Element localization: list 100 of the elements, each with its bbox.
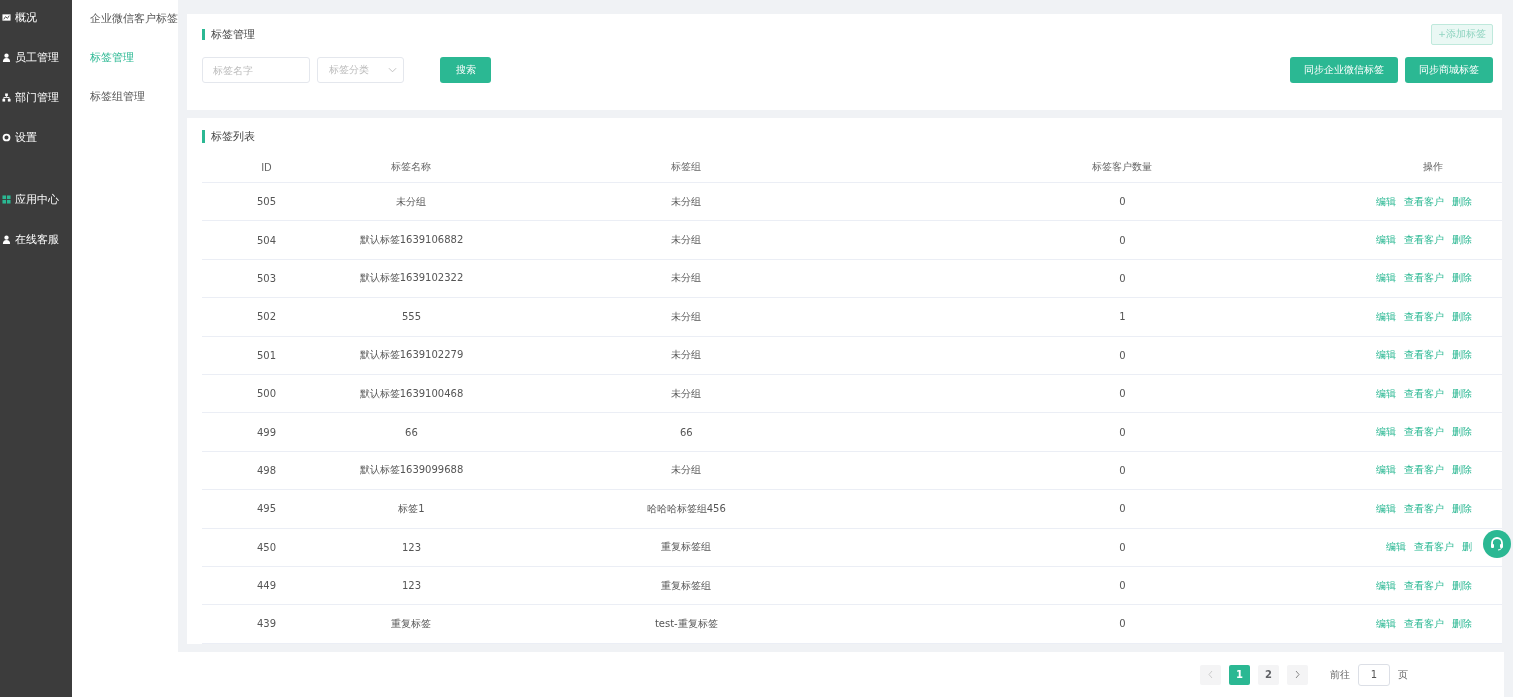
action-link[interactable]: 查看客户 (1404, 463, 1444, 478)
action-link[interactable]: 编辑 (1376, 501, 1396, 516)
sync-button[interactable]: 同步商城标签 (1405, 57, 1493, 83)
table-cell: 0 (1119, 464, 1126, 476)
action-link[interactable]: 编辑 (1376, 271, 1396, 286)
action-link[interactable]: 删除 (1452, 271, 1472, 286)
action-link[interactable]: 查看客户 (1404, 348, 1444, 363)
page-button[interactable]: 1 (1229, 664, 1250, 685)
table-cell: 499 (256, 426, 276, 438)
chevron-down-icon (388, 67, 397, 73)
page-number-field[interactable]: 1 (1358, 663, 1390, 686)
chevron-left-icon (1207, 670, 1214, 679)
action-link[interactable]: 删除 (1452, 233, 1472, 248)
column-header: 标签名称 (391, 161, 432, 172)
table-cell: 哈哈哈标签组456 (646, 502, 726, 514)
table-cell: 495 (256, 503, 276, 515)
sidebar-item[interactable]: 部门管理 (0, 88, 72, 106)
submenu-item[interactable]: 标签管理 (90, 51, 178, 65)
submenu-item[interactable]: 标签组管理 (90, 90, 178, 104)
goto-label: 前往 (1330, 667, 1350, 682)
action-link[interactable]: 编辑 (1376, 386, 1396, 401)
action-link[interactable]: 删除 (1452, 617, 1472, 631)
person-icon (2, 234, 11, 244)
headset-icon (1489, 536, 1505, 552)
table-cell: 0 (1119, 388, 1126, 400)
action-link[interactable]: 编辑 (1376, 309, 1396, 324)
action-link[interactable]: 查看客户 (1414, 540, 1454, 555)
sync-button[interactable]: 同步企业微信标签 (1290, 57, 1398, 83)
next-page-button[interactable] (1287, 664, 1308, 685)
action-link[interactable]: 删除 (1452, 386, 1472, 401)
table-cell: 未分组 (671, 272, 702, 284)
search-button[interactable]: 搜索 (440, 57, 491, 83)
action-link[interactable]: 编辑 (1376, 425, 1396, 440)
table-cell: 0 (1119, 541, 1126, 553)
action-link[interactable]: 查看客户 (1404, 425, 1444, 440)
table-cell: 默认标签1639102279 (359, 349, 464, 361)
submenu-item[interactable]: 企业微信客户标签 (90, 12, 178, 26)
previous-page-button[interactable] (1200, 664, 1221, 685)
headset-button[interactable] (1483, 530, 1511, 558)
action-link[interactable]: 查看客户 (1404, 271, 1444, 286)
table-cell: 0 (1119, 426, 1126, 438)
page-button[interactable]: 2 (1258, 664, 1279, 685)
action-link[interactable]: 删除 (1452, 425, 1472, 440)
sidebar-item[interactable]: 设置 (0, 128, 72, 146)
column-header: ID (261, 161, 272, 173)
action-link[interactable]: 删除 (1452, 578, 1472, 593)
action-link[interactable]: 编辑 (1376, 348, 1396, 363)
action-link[interactable]: 查看客户 (1404, 194, 1444, 209)
table-cell: 0 (1119, 272, 1126, 284)
table-cell: test-重复标签 (654, 618, 718, 629)
action-link[interactable]: 查看客户 (1404, 309, 1444, 324)
action-link[interactable]: 编辑 (1376, 463, 1396, 478)
table-cell: 1 (1119, 311, 1126, 323)
table-cell: 0 (1119, 618, 1126, 630)
action-link[interactable]: 删除 (1452, 309, 1472, 324)
table-cell: 默认标签1639102322 (359, 272, 464, 284)
page-unit-label: 页 (1398, 667, 1408, 682)
action-link[interactable]: 查看客户 (1404, 386, 1444, 401)
table-cell: 0 (1119, 503, 1126, 515)
sidebar-item[interactable]: 员工管理 (0, 48, 72, 66)
table-cell: 0 (1119, 349, 1126, 361)
table-cell: 未分组 (671, 234, 702, 246)
table-cell: 未分组 (671, 349, 702, 361)
table-cell: 默认标签1639100468 (359, 387, 464, 399)
table-cell: 123 (401, 580, 422, 592)
action-link[interactable]: 删 (1462, 540, 1472, 555)
action-link[interactable]: 删除 (1452, 194, 1472, 209)
grid-icon (2, 194, 11, 204)
person-icon (2, 52, 11, 62)
section-title: 标签管理 (202, 29, 255, 40)
table-cell: 未分组 (671, 387, 702, 399)
action-link[interactable]: 编辑 (1376, 233, 1396, 248)
add-tag-button[interactable]: +添加标签 (1431, 24, 1493, 45)
action-link[interactable]: 编辑 (1376, 617, 1396, 631)
table-cell: 默认标签1639106882 (359, 234, 464, 246)
table-cell: 498 (256, 464, 276, 476)
table-cell: 439 (256, 618, 276, 630)
action-link[interactable]: 编辑 (1386, 540, 1406, 555)
action-link[interactable]: 删除 (1452, 348, 1472, 363)
action-link[interactable]: 编辑 (1376, 194, 1396, 209)
action-link[interactable]: 编辑 (1376, 578, 1396, 593)
table-cell: 未分组 (671, 310, 702, 322)
table-cell: 500 (256, 388, 276, 400)
table-cell: 未分组 (396, 195, 427, 207)
action-link[interactable]: 查看客户 (1404, 617, 1444, 631)
table-cell: 505 (256, 196, 276, 208)
action-link[interactable]: 删除 (1452, 463, 1472, 478)
table-cell: 449 (256, 580, 276, 592)
sidebar-item[interactable]: 应用中心 (0, 190, 72, 208)
sidebar-item[interactable]: 概况 (0, 8, 72, 26)
table-cell: 未分组 (671, 195, 702, 207)
org-chart-icon (2, 92, 11, 102)
action-link[interactable]: 删除 (1452, 501, 1472, 516)
table-cell: 默认标签1639099688 (359, 464, 464, 476)
action-link[interactable]: 查看客户 (1404, 578, 1444, 593)
sidebar-item[interactable]: 在线客服 (0, 230, 72, 248)
action-link[interactable]: 查看客户 (1404, 233, 1444, 248)
table-cell: 66 (405, 426, 418, 438)
action-link[interactable]: 查看客户 (1404, 501, 1444, 516)
table-cell: 0 (1119, 234, 1126, 246)
